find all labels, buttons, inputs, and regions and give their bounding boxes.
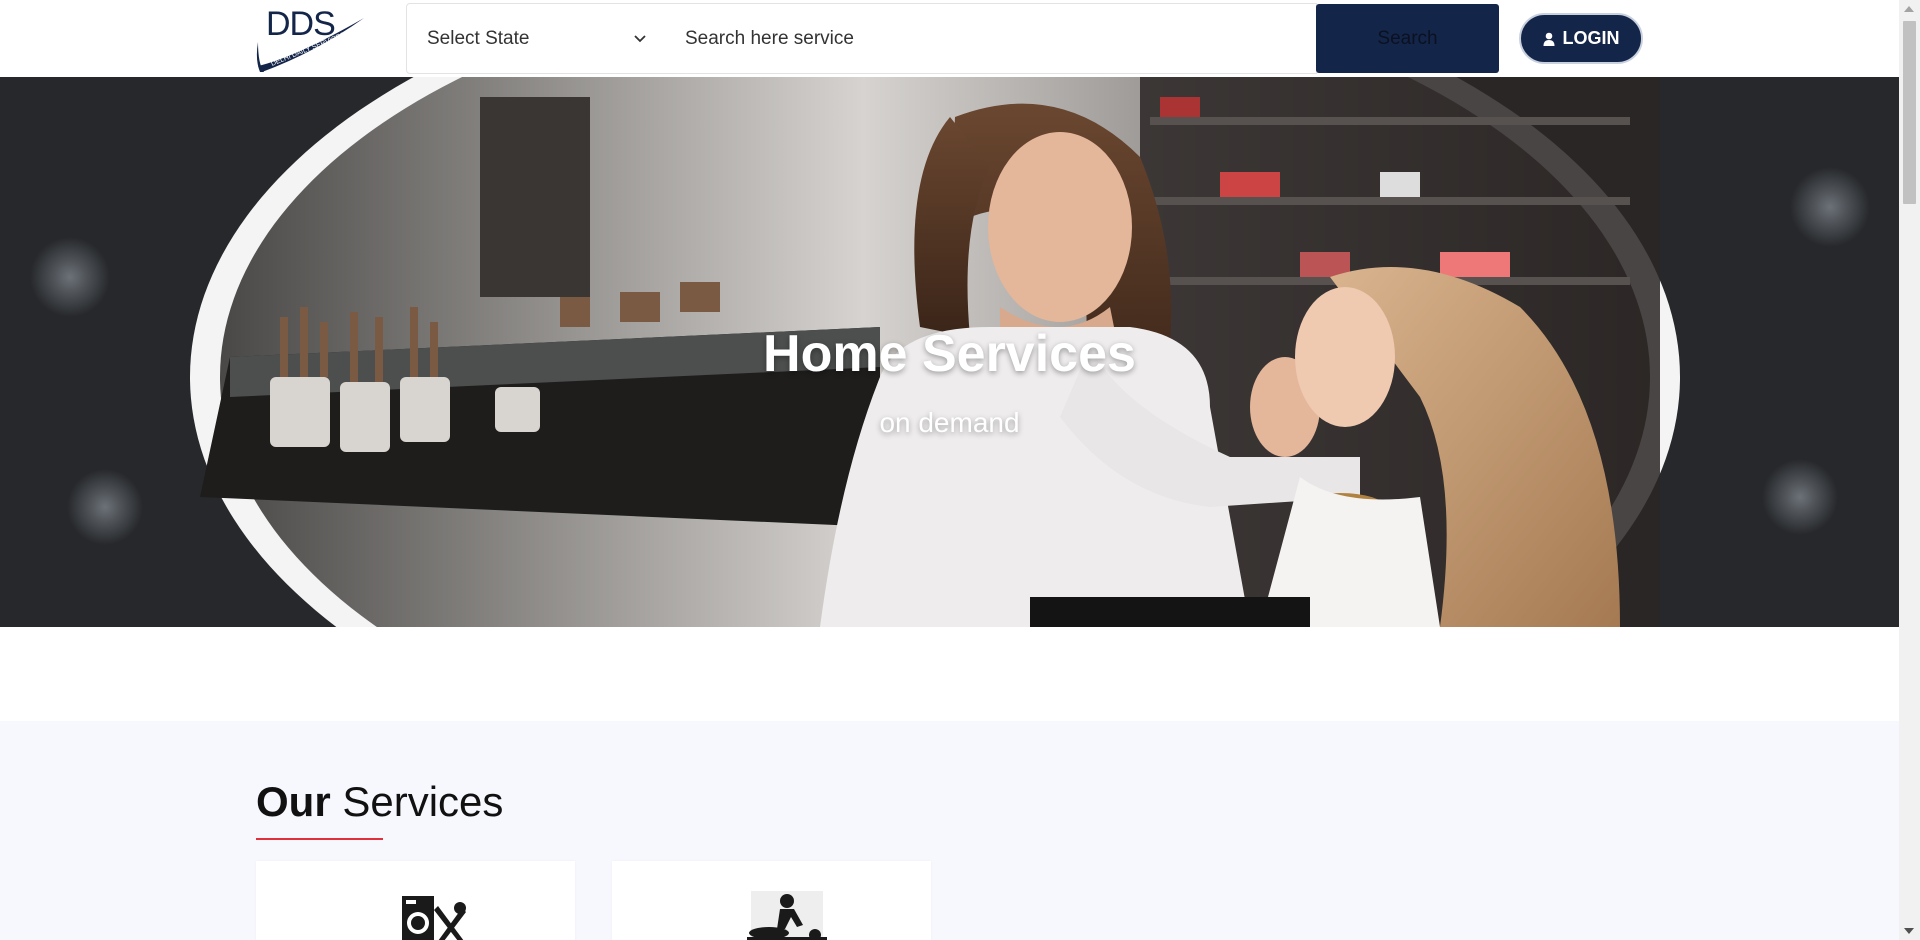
heading-underline [256,838,383,840]
appliance-repair-icon [402,896,466,940]
logo-brand-text: DDS [266,5,335,43]
service-search-input[interactable] [665,3,1317,74]
scroll-down-arrow-icon[interactable] [1904,928,1914,934]
user-icon [1543,32,1554,46]
service-card[interactable] [256,861,575,940]
login-button-label: LOGIN [1562,28,1620,48]
state-select-value: Select State [427,27,530,49]
service-card[interactable] [612,861,931,940]
login-button[interactable]: LOGIN [1519,13,1643,64]
chevron-down-icon [634,35,646,43]
services-heading-bold: Our [256,778,331,825]
scroll-up-arrow-icon[interactable] [1904,6,1914,12]
dds-logo[interactable]: DDS DELHI DAILY SERVICES [256,2,368,74]
massage-icon [747,891,827,940]
site-header: DDS DELHI DAILY SERVICES Select State Se… [0,0,1899,77]
search-button[interactable]: Search [1316,4,1499,73]
scrollbar-thumb[interactable] [1903,21,1916,204]
hero-banner: Home Services on demand [0,77,1899,627]
page-scrollbar[interactable] [1899,0,1920,940]
state-select[interactable]: Select State [406,3,666,74]
our-services-section: Our Services [0,721,1899,940]
services-heading-rest: Services [342,778,504,825]
services-heading: Our Services [256,778,503,826]
hero-subtitle: on demand [879,407,1020,438]
hero-title: Home Services [763,325,1136,383]
